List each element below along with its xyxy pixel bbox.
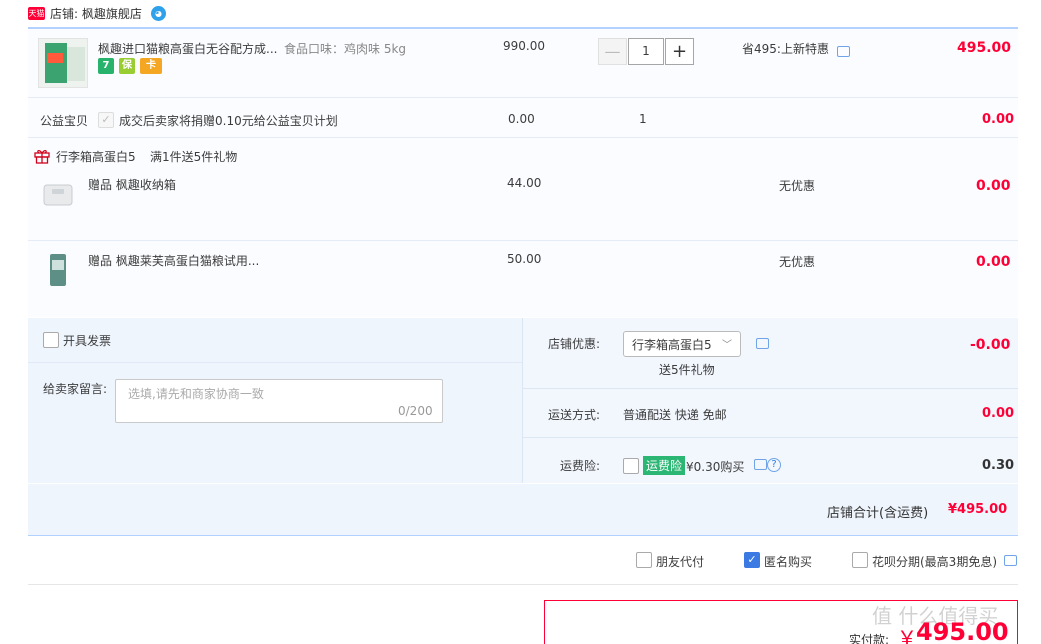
shop-discount-value: -0.00 xyxy=(970,337,1011,353)
gift-promo: 无优惠 xyxy=(779,179,816,193)
product-promo: 省495:上新特惠 xyxy=(742,42,829,56)
discount-chat-icon[interactable] xyxy=(756,338,769,349)
shop-total-label: 店铺合计(含运费) xyxy=(827,506,929,521)
gift-title[interactable]: 赠品 枫趣收纳箱 xyxy=(88,176,176,193)
seller-message-placeholder: 选填,请先和商家协商一致 xyxy=(128,387,264,401)
panel-divider xyxy=(522,388,1018,389)
credit-card-icon: 卡 xyxy=(140,58,162,74)
help-icon[interactable]: ? xyxy=(767,458,781,472)
quantity-input[interactable]: 1 xyxy=(628,38,664,65)
row-divider xyxy=(28,97,1018,98)
product-thumbnail[interactable] xyxy=(38,38,88,88)
shop-discount-label: 店铺优惠: xyxy=(548,337,601,351)
panel-divider xyxy=(28,362,522,363)
insurance-checkbox[interactable] xyxy=(623,458,639,474)
row-divider xyxy=(28,240,1018,241)
gift-cat-food-thumbnail[interactable] xyxy=(38,250,78,290)
shipping-price: 0.00 xyxy=(982,406,1015,421)
message-char-count: 0/200 xyxy=(398,404,433,418)
insurance-tag: 运费险 xyxy=(643,456,686,475)
installment-label[interactable]: 花呗分期(最高3期免息) xyxy=(872,553,997,570)
tmall-logo: 天猫 xyxy=(28,7,45,20)
chevron-down-icon: ﹀ xyxy=(722,340,732,351)
friend-pay-label[interactable]: 朋友代付 xyxy=(656,553,704,570)
shop-discount-sub: 送5件礼物 xyxy=(659,363,715,377)
seven-day-return-icon: 7 xyxy=(98,58,114,74)
gift-price: 44.00 xyxy=(507,176,542,190)
gift-icon xyxy=(34,150,50,164)
payment-currency: ￥ xyxy=(897,626,917,644)
charity-subtotal: 0.00 xyxy=(982,112,1015,127)
panel-divider xyxy=(522,437,1018,438)
total-divider xyxy=(28,535,1018,536)
gift-storage-box-thumbnail[interactable] xyxy=(38,175,78,215)
gift-subtotal: 0.00 xyxy=(976,178,1011,194)
promo-chat-icon[interactable] xyxy=(837,46,850,57)
product-title[interactable]: 枫趣进口猫粮高蛋白无谷配方成... xyxy=(98,40,278,57)
gift-group-label: 行李箱高蛋白5 xyxy=(56,150,136,164)
gift-subtotal: 0.00 xyxy=(976,254,1011,270)
charity-text: 成交后卖家将捐赠0.10元给公益宝贝计划 xyxy=(119,114,338,128)
installment-chat-icon[interactable] xyxy=(1004,555,1017,566)
order-items-panel xyxy=(28,29,1018,317)
charity-price: 0.00 xyxy=(508,112,535,126)
charity-qty: 1 xyxy=(639,112,647,126)
charity-checkbox[interactable]: ✓ xyxy=(98,112,114,128)
charity-label: 公益宝贝 xyxy=(40,114,89,128)
installment-checkbox[interactable] xyxy=(852,552,868,568)
payment-amount: 495.00 xyxy=(916,618,1009,644)
product-subtotal: 495.00 xyxy=(957,40,1012,56)
shipping-method: 普通配送 快递 免邮 xyxy=(623,408,727,422)
shipping-label: 运送方式: xyxy=(548,408,601,422)
insurance-chat-icon[interactable] xyxy=(754,459,767,470)
insurance-label: 运费险: xyxy=(560,459,601,473)
gift-group-rule: 满1件送5件礼物 xyxy=(150,150,238,164)
payment-label: 实付款: xyxy=(849,633,890,644)
message-label: 给卖家留言: xyxy=(43,382,108,396)
gift-price: 50.00 xyxy=(507,252,542,266)
insurance-price: ¥0.30购买 xyxy=(686,460,745,474)
anonymous-checkbox[interactable]: ✓ xyxy=(744,552,760,568)
wangwang-icon[interactable]: ◕ xyxy=(151,6,166,21)
guarantee-icon: 保 xyxy=(119,58,135,74)
shop-total-value: ¥495.00 xyxy=(948,502,1008,517)
friend-pay-checkbox[interactable] xyxy=(636,552,652,568)
invoice-label[interactable]: 开具发票 xyxy=(63,332,111,349)
insurance-total: 0.30 xyxy=(982,458,1015,473)
quantity-decrease-button[interactable]: — xyxy=(598,38,627,65)
product-unit-price: 990.00 xyxy=(503,39,545,53)
gift-promo: 无优惠 xyxy=(779,255,816,269)
invoice-checkbox[interactable] xyxy=(43,332,59,348)
row-divider xyxy=(28,137,1018,138)
shop-discount-selected: 行李箱高蛋白5 xyxy=(632,338,712,352)
product-spec: 食品口味：鸡肉味 5kg xyxy=(284,42,407,56)
gift-title[interactable]: 赠品 枫趣莱芙高蛋白猫粮试用... xyxy=(88,252,259,269)
quantity-increase-button[interactable]: + xyxy=(665,38,694,65)
anonymous-label[interactable]: 匿名购买 xyxy=(764,553,812,570)
shop-name[interactable]: 店铺: 枫趣旗舰店 xyxy=(50,5,142,22)
options-divider xyxy=(28,584,1018,585)
